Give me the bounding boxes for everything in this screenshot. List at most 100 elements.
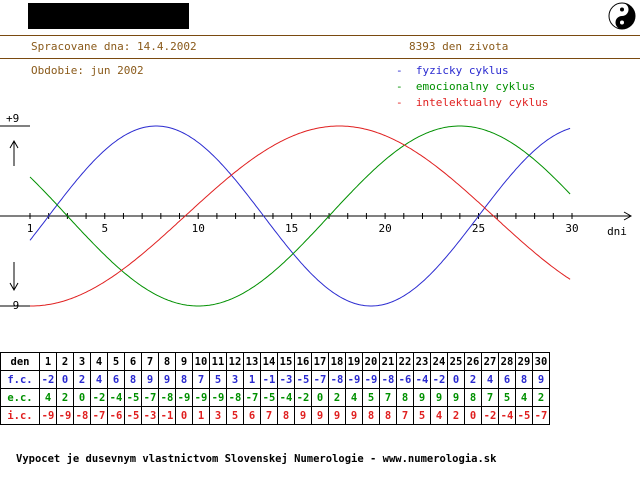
table-cell: 9 — [447, 388, 465, 407]
biorhythm-chart: +9-91 5 10 15 20 25 30 dni — [0, 112, 633, 312]
values-table: den 1 2 3 4 5 6 7 8 9 10 11 12 13 14 15 16 17 18 19 20 21 22 23… — [0, 352, 550, 425]
table-cell: 8 — [158, 352, 176, 371]
table-cell: 17 — [311, 352, 329, 371]
table-cell: 2 — [56, 352, 74, 371]
table-cell: 16 — [294, 352, 312, 371]
table-cell: 1 — [243, 370, 261, 389]
table-cell: 9 — [294, 406, 312, 425]
table-cell: 7 — [396, 406, 414, 425]
table-cell: -2 — [39, 370, 57, 389]
table-cell: -4 — [413, 370, 431, 389]
table-row-emotional: e.c. 4 2 0 -2 -4 -5 -7 -8 -9 -9 -9 -8 -7 -5 -4 -2 0 2 4 5 7 8 9… — [0, 388, 550, 407]
table-cell: -1 — [158, 406, 176, 425]
table-cell: -5 — [260, 388, 278, 407]
x-tick-label-20: 20 — [378, 222, 391, 235]
table-cell: 2 — [532, 388, 550, 407]
table-cell: 7 — [260, 406, 278, 425]
table-cell: 24 — [430, 352, 448, 371]
table-cell: 29 — [515, 352, 533, 371]
x-tick-label-25: 25 — [472, 222, 485, 235]
table-cell: 1 — [192, 406, 210, 425]
table-cell: -1 — [260, 370, 278, 389]
table-cell: 9 — [532, 370, 550, 389]
table-cell: -4 — [277, 388, 295, 407]
table-cell: 9 — [413, 388, 431, 407]
row-label: f.c. — [0, 370, 40, 389]
table-cell: 7 — [192, 370, 210, 389]
table-cell: 30 — [532, 352, 550, 371]
table-cell: 0 — [311, 388, 329, 407]
table-cell: -9 — [192, 388, 210, 407]
table-row-intellectual: i.c. -9 -9 -8 -7 -6 -5 -3 -1 0 1 3 5 6 7 8 9 9 9 9 8 8 7 5 4 2 0 -2… — [0, 406, 550, 425]
table-cell: 19 — [345, 352, 363, 371]
table-cell: 0 — [73, 388, 91, 407]
table-cell: -8 — [379, 370, 397, 389]
table-cell: 8 — [175, 370, 193, 389]
x-tick-label-5: 5 — [101, 222, 108, 235]
table-cell: 3 — [226, 370, 244, 389]
table-cell: 3 — [209, 406, 227, 425]
table-cell: 13 — [243, 352, 261, 371]
table-cell: 2 — [73, 370, 91, 389]
table-cell: 5 — [209, 370, 227, 389]
table-cell: 0 — [447, 370, 465, 389]
x-tick-label-1: 1 — [27, 222, 34, 235]
table-cell: -2 — [481, 406, 499, 425]
table-cell: -8 — [226, 388, 244, 407]
table-cell: -9 — [56, 406, 74, 425]
table-cell: 2 — [447, 406, 465, 425]
table-cell: 1 — [39, 352, 57, 371]
table-cell: -2 — [90, 388, 108, 407]
footer-note: Vypocet je dusevnym vlastnictvom Slovens… — [16, 453, 497, 465]
table-cell: 5 — [362, 388, 380, 407]
table-cell: 3 — [73, 352, 91, 371]
table-cell: 8 — [124, 370, 142, 389]
table-cell: 0 — [175, 406, 193, 425]
table-cell: -5 — [124, 406, 142, 425]
table-cell: -7 — [532, 406, 550, 425]
row-label: den — [0, 352, 40, 371]
table-cell: 5 — [107, 352, 125, 371]
table-cell: -5 — [124, 388, 142, 407]
y-tick-label-top: +9 — [6, 112, 19, 125]
table-cell: -8 — [158, 388, 176, 407]
table-cell: 8 — [277, 406, 295, 425]
table-cell: 7 — [379, 388, 397, 407]
table-cell: 20 — [362, 352, 380, 371]
x-tick-label-10: 10 — [192, 222, 205, 235]
table-cell: 14 — [260, 352, 278, 371]
table-cell: 9 — [311, 406, 329, 425]
table-cell: 0 — [464, 406, 482, 425]
table-cell: 10 — [192, 352, 210, 371]
table-cell: -3 — [277, 370, 295, 389]
table-cell: 7 — [141, 352, 159, 371]
table-cell: 6 — [243, 406, 261, 425]
y-tick-label-bottom: -9 — [6, 299, 19, 312]
table-cell: 9 — [158, 370, 176, 389]
table-cell: 4 — [430, 406, 448, 425]
table-cell: 15 — [277, 352, 295, 371]
row-label: e.c. — [0, 388, 40, 407]
x-axis-label: dni — [607, 225, 627, 238]
table-cell: 8 — [379, 406, 397, 425]
table-cell: 21 — [379, 352, 397, 371]
table-cell: 5 — [413, 406, 431, 425]
table-cell: 6 — [107, 370, 125, 389]
table-cell: 8 — [362, 406, 380, 425]
table-cell: -2 — [294, 388, 312, 407]
table-cell: -5 — [294, 370, 312, 389]
table-cell: 23 — [413, 352, 431, 371]
table-cell: 9 — [175, 352, 193, 371]
table-cell: -5 — [515, 406, 533, 425]
table-cell: -8 — [328, 370, 346, 389]
table-cell: 7 — [481, 388, 499, 407]
table-cell: 9 — [345, 406, 363, 425]
table-cell: 4 — [90, 352, 108, 371]
table-cell: 18 — [328, 352, 346, 371]
table-cell: -7 — [243, 388, 261, 407]
table-cell: -4 — [107, 388, 125, 407]
table-cell: 2 — [56, 388, 74, 407]
table-cell: 6 — [124, 352, 142, 371]
table-cell: -9 — [39, 406, 57, 425]
table-row-day: den 1 2 3 4 5 6 7 8 9 10 11 12 13 14 15 16 17 18 19 20 21 22 23… — [0, 352, 550, 371]
